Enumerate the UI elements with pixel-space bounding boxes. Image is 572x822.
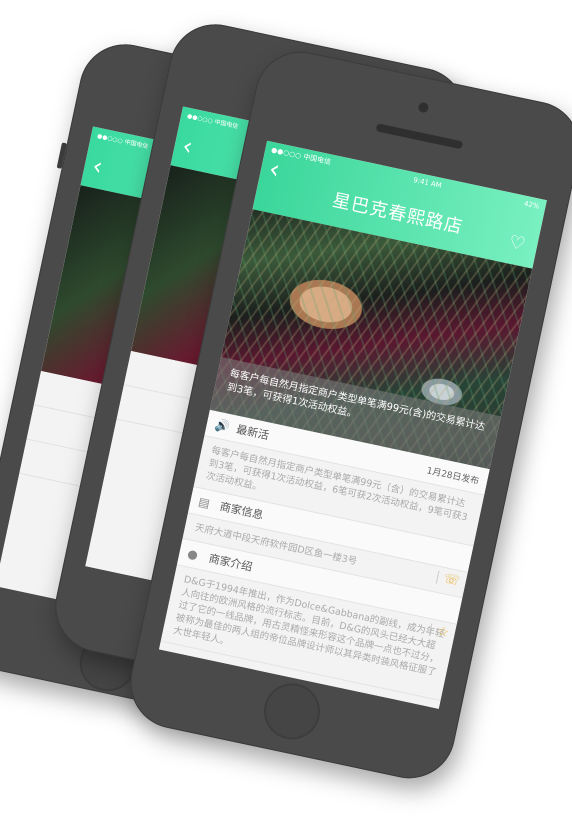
store-icon: ▤ xyxy=(197,494,212,511)
home-button xyxy=(258,678,326,745)
speaker-icon: 🔊 xyxy=(213,417,232,435)
merchant-intro-label: 商家介绍 xyxy=(207,551,254,574)
chevron-left-icon: ‹ xyxy=(180,131,196,161)
camera-icon xyxy=(417,101,430,114)
merchant-info-label: 商家信息 xyxy=(218,500,265,522)
time-label: 9:41 AM xyxy=(412,176,443,190)
chevron-left-icon: ‹ xyxy=(90,151,106,181)
latest-activity-label: 最新活 xyxy=(235,422,271,443)
battery-label: 42% xyxy=(523,199,541,211)
speaker xyxy=(375,123,464,150)
phone-icon[interactable]: ☏ xyxy=(435,570,461,589)
volume-button xyxy=(56,142,67,169)
location-pin-icon: ● xyxy=(186,546,200,563)
